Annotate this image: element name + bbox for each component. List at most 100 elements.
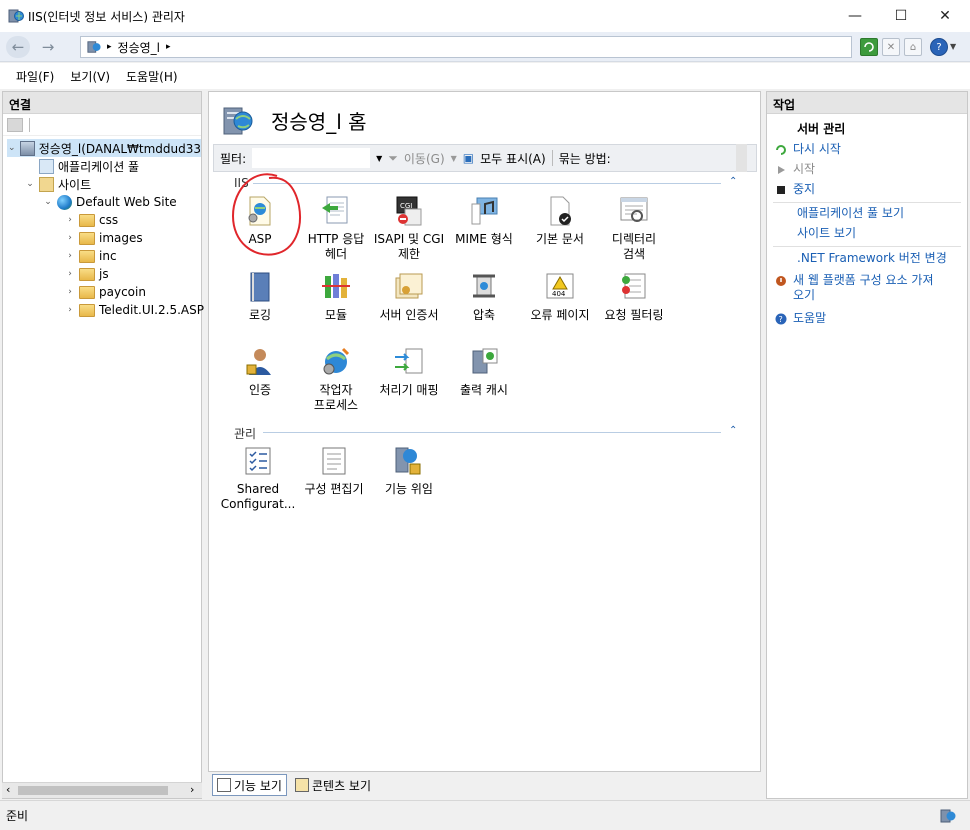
stop-icon [777,186,785,194]
feature-label: 디렉터리 검색 [611,232,657,261]
config-editor-icon [322,447,346,475]
globe-icon [57,194,72,210]
tree-item-app-pools[interactable]: 애플리케이션 풀 [25,157,139,175]
expand-icon[interactable]: › [65,251,75,261]
go-button[interactable]: 이동(G) [404,150,445,167]
tree-item-folder[interactable]: › paycoin [65,283,146,301]
action-label: 새 웹 플랫폼 구성 요소 가져 오기 [793,273,934,302]
tree-item-default-web-site[interactable]: ⌄ Default Web Site [43,193,177,211]
scroll-right-icon[interactable]: › [190,783,194,796]
go-dropdown-icon[interactable]: ▼ [451,154,457,163]
home-icon[interactable]: ⌂ [904,38,922,56]
tree-item-folder[interactable]: › js [65,265,108,283]
feature-error-pages[interactable]: 404 오류 페이지 [522,270,598,323]
http-headers-icon [322,196,348,224]
actions-divider [773,202,961,203]
filter-dropdown-icon[interactable]: ▼ [376,154,382,163]
feature-mime-types[interactable]: MIME 형식 [446,194,522,247]
tree-item-sites[interactable]: ⌄ 사이트 [25,175,91,193]
feature-shared-configuration[interactable]: Shared Configurat... [220,444,296,512]
feature-http-headers[interactable]: HTTP 응답 헤더 [298,194,374,262]
feature-configuration-editor[interactable]: 구성 편집기 [296,444,372,497]
feature-label: 기본 문서 [536,232,584,246]
feature-request-filtering[interactable]: 요청 필터링 [596,270,672,323]
request-filtering-icon [622,273,646,299]
filter-input[interactable] [252,148,371,168]
feature-handler-mappings[interactable]: 처리기 매핑 [371,345,447,398]
tree-item-folder[interactable]: › images [65,229,142,247]
stop-icon[interactable]: ✕ [882,38,900,56]
web-platform-icon [776,276,786,286]
collapse-icon[interactable]: ⌄ [43,197,53,207]
expand-icon[interactable]: › [65,269,75,279]
server-icon [20,140,35,156]
tree-item-folder[interactable]: › css [65,211,118,229]
feature-default-document[interactable]: 기본 문서 [522,194,598,247]
minimize-button[interactable]: — [832,0,878,32]
feature-delegation[interactable]: 기능 위임 [371,444,447,497]
action-get-web-platform[interactable]: 새 웹 플랫폼 구성 요소 가져 오기 [775,273,961,303]
feature-authentication[interactable]: 인증 [222,345,298,398]
tab-content-view[interactable]: 콘텐츠 보기 [291,774,375,796]
forward-button[interactable]: → [36,36,60,58]
close-button[interactable]: ✕ [922,0,968,32]
refresh-icon[interactable] [860,38,878,56]
tab-features-view[interactable]: 기능 보기 [212,774,287,796]
action-label: 다시 시작 [793,142,841,156]
collapse-group-icon[interactable]: ⌃ [729,176,737,187]
feature-directory-browsing[interactable]: 디렉터리 검색 [596,194,672,262]
horizontal-scrollbar[interactable]: ‹ › [2,782,202,798]
expand-icon[interactable]: › [65,215,75,225]
expand-icon[interactable]: › [65,233,75,243]
annotation-circle [231,173,301,256]
forward-arrow-icon: → [41,38,55,56]
show-all-button[interactable]: 모두 표시(A) [480,150,546,167]
tree-item-folder[interactable]: › Teledit.UI.2.5.ASP [65,301,204,319]
tree-item-folder[interactable]: › inc [65,247,116,265]
action-change-net-version[interactable]: .NET Framework 버전 변경 [797,251,970,266]
action-view-app-pools[interactable]: 애플리케이션 풀 보기 [797,206,970,221]
feature-output-cache[interactable]: 출력 캐시 [446,345,522,398]
help-icon: ? [775,313,787,325]
tree-label: Teledit.UI.2.5.ASP [99,303,204,317]
feature-server-certificates[interactable]: 서버 인증서 [371,270,447,323]
feature-logging[interactable]: 로깅 [222,270,298,323]
action-stop[interactable]: 중지 [775,182,961,197]
expand-icon[interactable]: › [65,305,75,315]
collapse-group-icon[interactable]: ⌃ [729,425,737,436]
maximize-button[interactable]: ☐ [878,0,924,32]
action-start[interactable]: 시작 [775,162,961,177]
action-view-sites[interactable]: 사이트 보기 [797,226,970,241]
help-dropdown-icon[interactable]: ▼ [950,42,956,51]
feature-compression[interactable]: 압축 [446,270,522,323]
restart-icon [776,145,786,155]
feature-worker-processes[interactable]: 작업자 프로세스 [298,345,374,413]
toolbar-divider [551,150,553,166]
menu-file[interactable]: 파일(F) [8,68,62,85]
scroll-left-icon[interactable]: ‹ [6,783,10,796]
feature-isapi-cgi[interactable]: CGI ISAPI 및 CGI 제한 [371,194,447,262]
collapse-icon[interactable]: ⌄ [25,179,35,189]
folder-icon [79,249,95,263]
help-icon[interactable]: ? [930,38,948,56]
action-restart[interactable]: 다시 시작 [775,142,961,157]
back-arrow-icon: ← [11,38,25,56]
collapse-icon[interactable]: ⌄ [7,143,16,153]
back-button[interactable]: ← [6,36,30,58]
default-document-icon [550,196,571,226]
tree-item-server[interactable]: ⌄ 정승영_l(DANAL₩tmddud33 [7,139,201,157]
tree-label: 애플리케이션 풀 [58,159,140,174]
group-by-label[interactable]: 묶는 방법: [559,150,611,167]
menu-help[interactable]: 도움말(H) [118,68,186,85]
create-connection-icon[interactable] [7,117,23,132]
expand-icon[interactable]: › [65,287,75,297]
funnel-icon: ⏷ [388,150,398,165]
filter-scrollbar[interactable] [736,144,747,172]
feature-modules[interactable]: 모듈 [298,270,374,323]
menu-view[interactable]: 보기(V) [62,68,118,85]
connections-panel: 연결 ⌄ 정승영_l(DANAL₩tmddud33 애플리케이션 풀 ⌄ 사이트… [2,91,204,799]
action-help[interactable]: ? 도움말 [775,311,961,326]
address-box[interactable]: ▸ 정승영_l ▸ [80,36,852,58]
breadcrumb-server[interactable]: 정승영_l [118,39,160,56]
scroll-thumb[interactable] [18,786,168,795]
